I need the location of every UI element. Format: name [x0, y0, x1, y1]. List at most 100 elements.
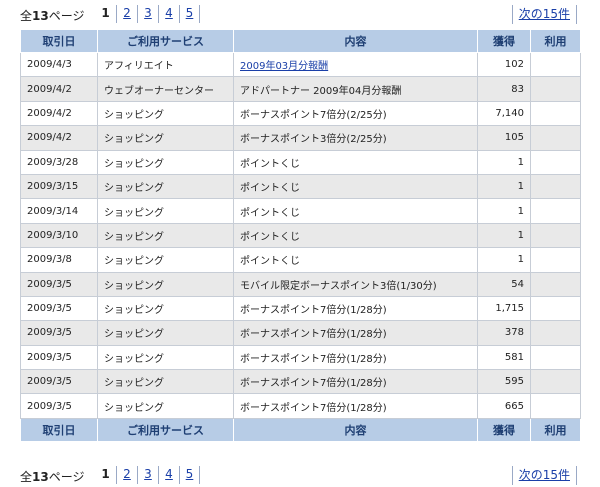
cell-used [530, 369, 581, 395]
cell-content: ボーナスポイント7倍分(1/28分) [233, 344, 478, 371]
table-body: 2009/4/3 アフィリエイト 2009年03月分報酬 102 2009/4/2 ウェブ… [20, 51, 581, 419]
cell-used [530, 222, 581, 249]
pager-bottom: 全13ページ 1 2 3 4 5 次の15件 [20, 466, 580, 486]
cell-service: ショッピング [97, 198, 234, 224]
cell-earned: 378 [477, 320, 531, 346]
cell-earned: 595 [477, 369, 531, 395]
table-row: 2009/3/28 ショッピング ポイントくじ 1 [20, 149, 581, 175]
cell-content: ボーナスポイント7倍分(2/25分) [233, 100, 478, 127]
cell-service: アフィリエイト [97, 51, 234, 78]
cell-used [530, 100, 581, 127]
page-current: 1 [101, 467, 110, 481]
cell-service: ショッピング [97, 344, 234, 371]
cell-used [530, 149, 581, 175]
cell-earned: 665 [477, 393, 531, 419]
page-link-2[interactable]: 2 [116, 5, 137, 23]
page-total-prefix: 全 [20, 470, 33, 484]
cell-earned: 1,715 [477, 295, 531, 322]
cell-earned: 54 [477, 271, 531, 297]
cell-content: ポイントくじ [233, 222, 478, 249]
next-page-link[interactable]: 次の15件 [511, 466, 577, 485]
page-links: 1 2 3 4 5 [95, 5, 200, 23]
cell-date: 2009/3/14 [20, 198, 98, 224]
cell-service: ショッピング [97, 369, 234, 395]
page-links: 1 2 3 4 5 [95, 466, 200, 484]
cell-content: ボーナスポイント3倍分(2/25分) [233, 125, 478, 151]
header-used: 利用 [530, 29, 581, 53]
cell-date: 2009/3/5 [20, 344, 98, 371]
cell-service: ショッピング [97, 149, 234, 175]
cell-date: 2009/3/5 [20, 369, 98, 395]
header-earned: 獲得 [477, 29, 531, 53]
table-row: 2009/3/5 ショッピング ボーナスポイント7倍分(1/28分) 665 [20, 393, 581, 419]
cell-date: 2009/3/5 [20, 271, 98, 297]
cell-date: 2009/3/8 [20, 247, 98, 273]
cell-date: 2009/3/5 [20, 295, 98, 322]
cell-service: ショッピング [97, 173, 234, 200]
page-link-3[interactable]: 3 [137, 466, 158, 484]
cell-date: 2009/3/5 [20, 320, 98, 346]
cell-service: ショッピング [97, 271, 234, 297]
page-link-5[interactable]: 5 [179, 466, 200, 484]
page-total-suffix: ページ [48, 9, 85, 23]
cell-content: アドパートナー 2009年04月分報酬 [233, 76, 478, 102]
cell-earned: 1 [477, 222, 531, 249]
cell-used [530, 344, 581, 371]
cell-service: ウェブオーナーセンター [97, 76, 234, 102]
cell-earned: 102 [477, 51, 531, 78]
cell-date: 2009/4/2 [20, 76, 98, 102]
table-row: 2009/3/8 ショッピング ポイントくじ 1 [20, 247, 581, 273]
header-date: 取引日 [20, 29, 98, 53]
cell-date: 2009/3/28 [20, 149, 98, 175]
cell-earned: 1 [477, 173, 531, 200]
page-link-4[interactable]: 4 [158, 466, 179, 484]
page-total-suffix: ページ [48, 470, 85, 484]
page-link-2[interactable]: 2 [116, 466, 137, 484]
table-row: 2009/3/5 ショッピング ボーナスポイント7倍分(1/28分) 595 [20, 369, 581, 395]
content-link[interactable]: 2009年03月分報酬 [240, 61, 328, 72]
table-header-row: 取引日 ご利用サービス 内容 獲得 利用 [20, 29, 581, 53]
cell-used [530, 295, 581, 322]
cell-earned: 1 [477, 149, 531, 175]
table-row: 2009/3/10 ショッピング ポイントくじ 1 [20, 222, 581, 249]
cell-service: ショッピング [97, 222, 234, 249]
cell-service: ショッピング [97, 125, 234, 151]
cell-earned: 1 [477, 198, 531, 224]
table-row: 2009/4/2 ウェブオーナーセンター アドパートナー 2009年04月分報酬 83 [20, 76, 581, 102]
footer-service: ご利用サービス [97, 417, 234, 442]
cell-content: ボーナスポイント7倍分(1/28分) [233, 320, 478, 346]
cell-service: ショッピング [97, 320, 234, 346]
next-page-link[interactable]: 次の15件 [511, 5, 577, 24]
page-total-count: 13 [32, 9, 49, 23]
cell-service: ショッピング [97, 100, 234, 127]
cell-content: ポイントくじ [233, 198, 478, 224]
cell-used [530, 247, 581, 273]
table-row: 2009/3/5 ショッピング ボーナスポイント7倍分(1/28分) 581 [20, 344, 581, 371]
cell-used [530, 198, 581, 224]
cell-earned: 83 [477, 76, 531, 102]
cell-earned: 105 [477, 125, 531, 151]
cell-earned: 581 [477, 344, 531, 371]
cell-service: ショッピング [97, 295, 234, 322]
header-content: 内容 [233, 29, 478, 53]
cell-date: 2009/4/2 [20, 100, 98, 127]
page-total-count: 13 [32, 470, 49, 484]
points-history-table: 取引日 ご利用サービス 内容 獲得 利用 2009/4/3 アフィリエイト 2009… [20, 29, 581, 442]
cell-used [530, 125, 581, 151]
page-link-5[interactable]: 5 [179, 5, 200, 23]
pager-top: 全13ページ 1 2 3 4 5 次の15件 [20, 5, 580, 25]
page-total: 全13ページ [20, 7, 84, 24]
cell-service: ショッピング [97, 247, 234, 273]
footer-earned: 獲得 [477, 417, 531, 442]
table-row: 2009/3/14 ショッピング ポイントくじ 1 [20, 198, 581, 224]
footer-content: 内容 [233, 417, 478, 442]
table-row: 2009/3/5 ショッピング モバイル限定ボーナスポイント3倍(1/30分) 54 [20, 271, 581, 297]
table-row: 2009/4/3 アフィリエイト 2009年03月分報酬 102 [20, 51, 581, 78]
page-link-4[interactable]: 4 [158, 5, 179, 23]
table-row: 2009/3/15 ショッピング ポイントくじ 1 [20, 173, 581, 200]
cell-content: モバイル限定ボーナスポイント3倍(1/30分) [233, 271, 478, 297]
cell-content: 2009年03月分報酬 [233, 51, 478, 78]
page-link-3[interactable]: 3 [137, 5, 158, 23]
cell-used [530, 76, 581, 102]
table-row: 2009/4/2 ショッピング ボーナスポイント7倍分(2/25分) 7,140 [20, 100, 581, 127]
